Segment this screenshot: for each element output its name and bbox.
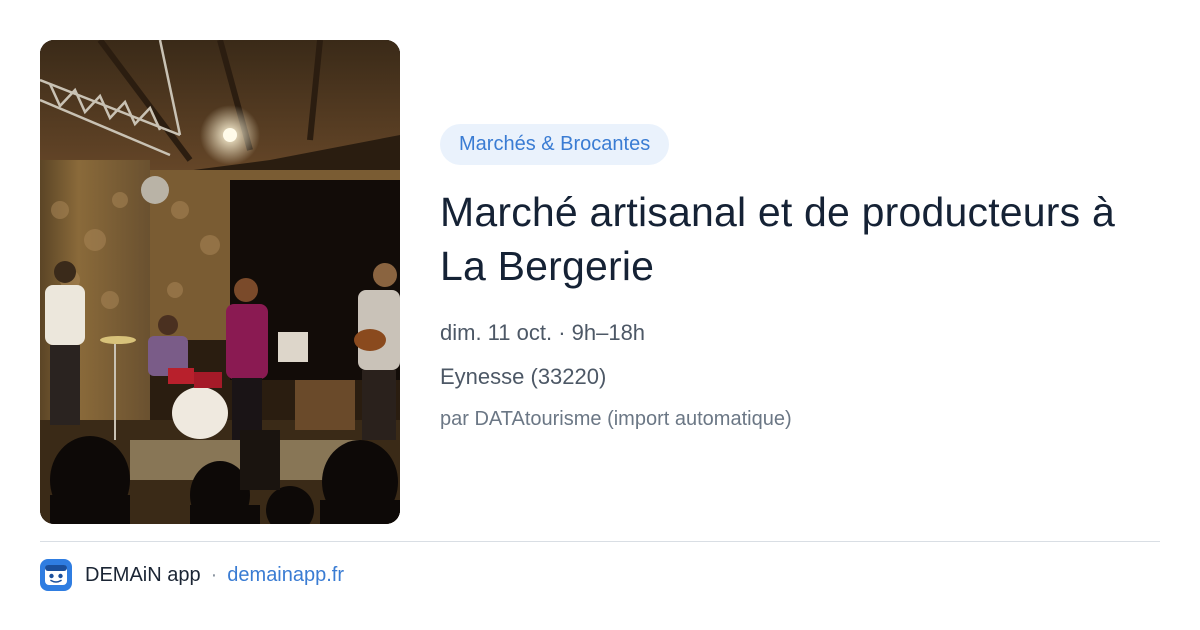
event-title[interactable]: Marché artisanal et de producteurs à La … — [440, 185, 1160, 293]
demain-app-icon — [40, 559, 72, 591]
app-name: DEMAiN app — [85, 563, 201, 586]
event-info: Marchés & Brocantes Marché artisanal et … — [440, 124, 1160, 433]
category-badge[interactable]: Marchés & Brocantes — [440, 124, 670, 165]
event-preview-card[interactable]: Marchés & Brocantes Marché artisanal et … — [0, 0, 1200, 630]
footer: DEMAiN app · demainapp.fr — [40, 558, 344, 592]
event-source: par DATAtourisme (import automatique) — [440, 408, 792, 430]
event-location: Eynesse (33220) — [440, 364, 607, 389]
app-url-link[interactable]: demainapp.fr — [227, 564, 344, 587]
event-date: dim. 11 oct. · 9h–18h — [440, 320, 646, 345]
event-photo — [40, 40, 400, 524]
divider — [40, 541, 1160, 542]
footer-separator: · — [210, 563, 218, 586]
